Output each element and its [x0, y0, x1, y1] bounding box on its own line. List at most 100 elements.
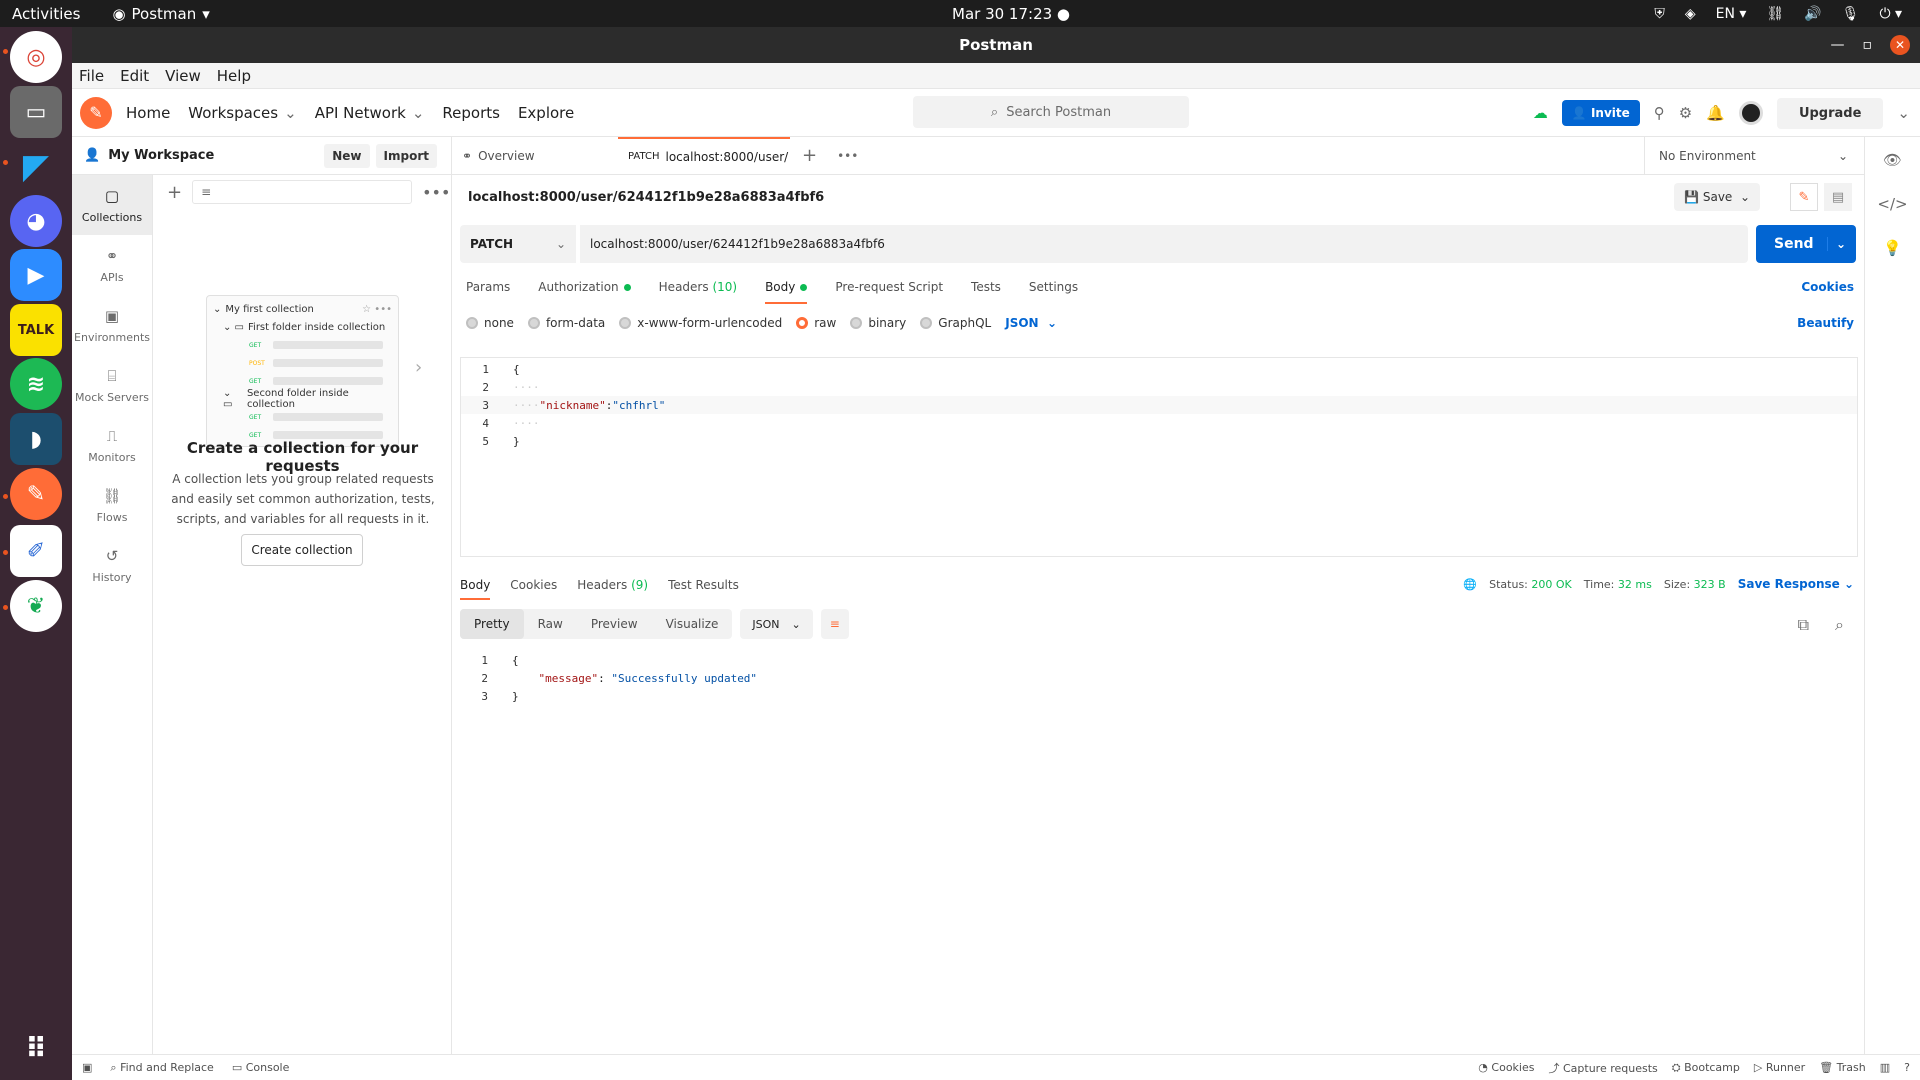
view-pretty[interactable]: Pretty: [460, 609, 524, 639]
tab-pre-request-script[interactable]: Pre-request Script: [835, 280, 943, 294]
files-icon[interactable]: ▭: [10, 86, 62, 138]
method-select[interactable]: PATCH ⌄: [460, 225, 576, 263]
mysql-workbench-icon[interactable]: ◗: [10, 413, 62, 465]
size-info[interactable]: Size: 323 B: [1664, 578, 1726, 591]
copy-icon[interactable]: ⧉: [1798, 615, 1809, 635]
minimize-icon[interactable]: —: [1831, 37, 1845, 53]
resp-tab-headers[interactable]: Headers (9): [577, 578, 648, 592]
satellite-icon[interactable]: ⚲: [1654, 104, 1665, 122]
response-format-select[interactable]: JSON ⌄: [740, 609, 813, 639]
volume-icon[interactable]: 🔊: [1804, 6, 1821, 22]
find-replace-button[interactable]: ⌕ Find and Replace: [110, 1061, 213, 1075]
radio-urlencoded[interactable]: x-www-form-urlencoded: [619, 316, 782, 330]
menu-help[interactable]: Help: [217, 67, 251, 85]
rail-monitors[interactable]: ⎍ Monitors: [72, 415, 152, 475]
request-title[interactable]: localhost:8000/user/624412f1b9e28a6883a4…: [468, 190, 824, 205]
url-input[interactable]: localhost:8000/user/624412f1b9e28a6883a4…: [580, 225, 1748, 263]
capture-requests-button[interactable]: ⤴ Capture requests: [1548, 1060, 1657, 1076]
discord-tray-icon[interactable]: ◈: [1685, 6, 1696, 22]
power-icon[interactable]: ⏻ ▾: [1879, 6, 1902, 22]
postman-dock-icon[interactable]: ✎: [10, 468, 62, 520]
radio-none[interactable]: none: [466, 316, 514, 330]
response-body[interactable]: 1{ 2 "message": "Successfully updated" 3…: [460, 651, 1858, 705]
settings-gear-icon[interactable]: ⚙: [1679, 104, 1692, 122]
system-tray[interactable]: ⛨ ◈ EN ▾ ⛓ 🔊 🎙 ⏻ ▾: [1654, 6, 1902, 22]
globe-icon[interactable]: 🌐: [1463, 578, 1477, 591]
chevron-down-icon[interactable]: ⌄: [1826, 237, 1846, 251]
menu-file[interactable]: File: [79, 67, 104, 85]
rail-mock-servers[interactable]: ⌸ Mock Servers: [72, 355, 152, 415]
chevron-right-icon[interactable]: ›: [415, 357, 422, 378]
spotify-icon[interactable]: ≋: [10, 358, 62, 410]
rail-flows[interactable]: ⛓ Flows: [72, 475, 152, 535]
rail-environments[interactable]: ▣ Environments: [72, 295, 152, 355]
comments-icon[interactable]: ▤: [1824, 183, 1852, 211]
menu-view[interactable]: View: [165, 67, 201, 85]
chrome-icon[interactable]: ◎: [10, 31, 62, 83]
rail-history[interactable]: ↺ History: [72, 535, 152, 595]
language-indicator[interactable]: EN ▾: [1716, 6, 1747, 22]
view-visualize[interactable]: Visualize: [652, 609, 733, 639]
activities-button[interactable]: Activities: [12, 5, 80, 23]
close-icon[interactable]: ✕: [1890, 35, 1910, 55]
text-editor-icon[interactable]: ✐: [10, 525, 62, 577]
radio-form-data[interactable]: form-data: [527, 316, 605, 330]
menu-edit[interactable]: Edit: [120, 67, 149, 85]
edit-pencil-icon[interactable]: ✎: [1790, 183, 1818, 211]
microphone-icon[interactable]: 🎙: [1842, 6, 1860, 22]
view-raw[interactable]: Raw: [524, 609, 577, 639]
nav-home[interactable]: Home: [126, 104, 170, 122]
radio-graphql[interactable]: GraphQL: [920, 316, 991, 330]
notifications-bell-icon[interactable]: 🔔: [1706, 104, 1725, 122]
kakaotalk-icon[interactable]: TALK: [10, 304, 62, 356]
status-info[interactable]: Status: 200 OK: [1489, 578, 1572, 591]
cookies-button[interactable]: ◔ Cookies: [1478, 1061, 1534, 1074]
app-menu[interactable]: ◉ Postman ▾: [112, 5, 209, 23]
bootcamp-button[interactable]: ⛭ Bootcamp: [1672, 1061, 1740, 1075]
mongodb-compass-icon[interactable]: ❦: [10, 580, 62, 632]
lightbulb-icon[interactable]: 💡: [1883, 239, 1902, 257]
tab-params[interactable]: Params: [466, 280, 510, 294]
shield-icon[interactable]: ⛨: [1654, 6, 1665, 22]
nav-api-network[interactable]: API Network ⌄: [315, 104, 425, 122]
request-body-editor[interactable]: 1{ 2 ···· 3 ····"nickname":"chfhrl" 4 ···· …: [460, 357, 1858, 557]
sync-cloud-icon[interactable]: ☁: [1533, 104, 1548, 122]
resp-tab-body[interactable]: Body: [460, 578, 491, 600]
rail-apis[interactable]: ⚭ APIs: [72, 235, 152, 295]
clock[interactable]: Mar 30 17:23 ●: [952, 5, 1070, 23]
save-response-button[interactable]: Save Response ⌄: [1738, 577, 1854, 591]
search-icon[interactable]: ⌕: [1835, 615, 1844, 635]
tab-settings[interactable]: Settings: [1029, 280, 1078, 294]
rail-collections[interactable]: ▢ Collections: [72, 175, 152, 235]
trash-button[interactable]: 🗑 Trash: [1819, 1061, 1866, 1074]
tab-active-request[interactable]: PATCH localhost:8000/user/: [618, 136, 790, 175]
add-collection-icon[interactable]: +: [167, 182, 182, 203]
tab-overview[interactable]: ⚭ Overview: [452, 137, 618, 175]
zoom-icon[interactable]: ▶: [10, 249, 62, 301]
tab-authorization[interactable]: Authorization: [538, 280, 631, 294]
runner-button[interactable]: ▷ Runner: [1754, 1061, 1805, 1074]
upgrade-button[interactable]: Upgrade: [1776, 97, 1884, 129]
help-icon[interactable]: ?: [1904, 1061, 1910, 1074]
view-preview[interactable]: Preview: [577, 609, 652, 639]
vscode-icon[interactable]: ◤: [10, 141, 62, 193]
time-info[interactable]: Time: 32 ms: [1584, 578, 1652, 591]
environment-selector[interactable]: No Environment ⌄: [1644, 137, 1864, 175]
code-icon[interactable]: </>: [1877, 195, 1907, 213]
create-collection-button[interactable]: Create collection: [241, 534, 363, 566]
send-button[interactable]: Send ⌄: [1756, 225, 1856, 263]
radio-binary[interactable]: binary: [850, 316, 906, 330]
tab-tests[interactable]: Tests: [971, 280, 1001, 294]
tab-options-icon[interactable]: •••: [837, 149, 858, 163]
avatar[interactable]: [1738, 101, 1763, 125]
show-apps-icon[interactable]: ⠿: [10, 1022, 62, 1074]
search-postman[interactable]: ⌕ Search Postman: [913, 96, 1189, 128]
layout-icon[interactable]: ▥: [1880, 1061, 1890, 1074]
nav-workspaces[interactable]: Workspaces ⌄: [188, 104, 296, 122]
maximize-icon[interactable]: ▫: [1863, 37, 1873, 53]
upgrade-chevron-icon[interactable]: ⌄: [1897, 104, 1910, 122]
body-format-select[interactable]: JSON ⌄: [1005, 316, 1057, 330]
new-tab-icon[interactable]: +: [802, 145, 817, 166]
tab-headers[interactable]: Headers (10): [659, 280, 737, 294]
toggle-sidebar-icon[interactable]: ▣: [82, 1061, 92, 1074]
